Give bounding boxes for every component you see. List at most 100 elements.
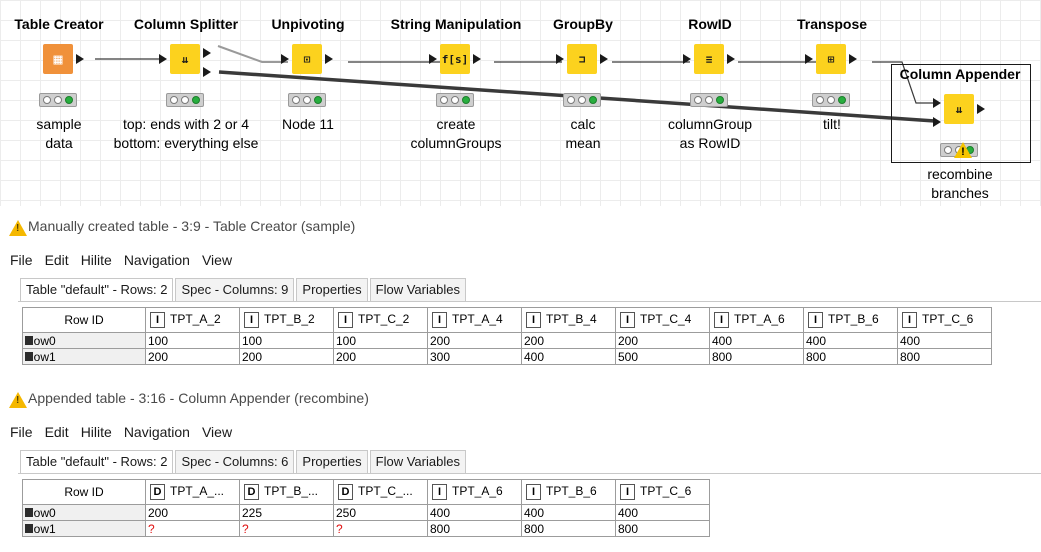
table-cell[interactable]: 500 — [615, 348, 710, 365]
output-port[interactable] — [600, 54, 608, 64]
table-cell[interactable]: 100 — [145, 332, 240, 349]
table-cell[interactable]: 400 — [615, 504, 710, 521]
missing-value-cell[interactable]: ? — [239, 520, 334, 537]
table-cell[interactable]: 800 — [709, 348, 804, 365]
tab-spec[interactable]: Spec - Columns: 6 — [175, 450, 295, 473]
menu-navigation[interactable]: Navigation — [124, 252, 190, 268]
node-label[interactable]: recombine branches — [870, 165, 1041, 203]
column-header[interactable]: I TPT_C_6 — [615, 479, 710, 505]
data-table[interactable]: Row ID I TPT_A_2 I TPT_B_2 I TPT_C_2 I TPT_A… — [22, 307, 992, 365]
input-port[interactable] — [556, 54, 564, 64]
menu-view[interactable]: View — [202, 424, 232, 440]
tab-properties[interactable]: Properties — [296, 278, 368, 301]
rowid-icon[interactable]: ≡ — [694, 44, 724, 74]
column-appender-icon[interactable]: ⇊ — [944, 94, 974, 124]
column-header[interactable]: I TPT_A_6 — [709, 307, 804, 333]
output-port[interactable] — [473, 54, 481, 64]
string-manipulation-icon[interactable]: f[s] — [440, 44, 470, 74]
tab-properties[interactable]: Properties — [296, 450, 368, 473]
column-header[interactable]: I TPT_A_6 — [427, 479, 522, 505]
input-port[interactable] — [683, 54, 691, 64]
column-header[interactable]: I TPT_A_4 — [427, 307, 522, 333]
table-row[interactable]: Row0 200 225 250 400 400 400 — [22, 504, 710, 521]
column-header[interactable]: I TPT_B_4 — [521, 307, 616, 333]
transpose-icon[interactable]: ⊞ — [816, 44, 846, 74]
tab-spec[interactable]: Spec - Columns: 9 — [175, 278, 295, 301]
table-cell[interactable]: 800 — [615, 520, 710, 537]
unpivoting-icon[interactable]: ⊡ — [292, 44, 322, 74]
groupby-icon[interactable]: ⊐ — [567, 44, 597, 74]
column-header-rowid[interactable]: Row ID — [22, 479, 146, 505]
table-cell[interactable]: 400 — [521, 504, 616, 521]
output-port[interactable] — [727, 54, 735, 64]
tab-flow-variables[interactable]: Flow Variables — [369, 450, 466, 473]
table-cell[interactable]: 100 — [239, 332, 334, 349]
table-creator-icon[interactable]: ▦ — [43, 44, 73, 74]
column-header[interactable]: I TPT_C_2 — [333, 307, 428, 333]
data-table[interactable]: Row ID D TPT_A_... D TPT_B_... D TPT_C_... … — [22, 479, 710, 537]
missing-value-cell[interactable]: ? — [145, 520, 240, 537]
menu-hilite[interactable]: Hilite — [81, 424, 112, 440]
table-cell[interactable]: 250 — [333, 504, 428, 521]
output-port-bottom[interactable] — [203, 67, 211, 77]
table-row[interactable]: Row1 200 200 200 300 400 500 800 800 800 — [22, 348, 992, 365]
output-port[interactable] — [977, 104, 985, 114]
table-cell[interactable]: 400 — [521, 348, 616, 365]
input-port-bottom[interactable] — [933, 117, 941, 127]
missing-value-cell[interactable]: ? — [333, 520, 428, 537]
table-cell[interactable]: 200 — [145, 348, 240, 365]
workflow-canvas[interactable]: Table Creator ▦ sample data Column Split… — [0, 0, 1041, 206]
row-id-cell[interactable]: Row0 — [22, 504, 146, 521]
column-header[interactable]: I TPT_B_6 — [803, 307, 898, 333]
input-port[interactable] — [159, 54, 167, 64]
column-header[interactable]: D TPT_C_... — [333, 479, 428, 505]
table-cell[interactable]: 800 — [897, 348, 992, 365]
input-port[interactable] — [281, 54, 289, 64]
table-cell[interactable]: 100 — [333, 332, 428, 349]
table-row[interactable]: Row1 ? ? ? 800 800 800 — [22, 520, 710, 537]
table-cell[interactable]: 200 — [145, 504, 240, 521]
column-header[interactable]: I TPT_C_6 — [897, 307, 992, 333]
column-header[interactable]: D TPT_B_... — [239, 479, 334, 505]
table-cell[interactable]: 225 — [239, 504, 334, 521]
table-cell[interactable]: 400 — [897, 332, 992, 349]
table-cell[interactable]: 800 — [521, 520, 616, 537]
table-cell[interactable]: 400 — [803, 332, 898, 349]
output-port[interactable] — [76, 54, 84, 64]
table-cell[interactable]: 200 — [615, 332, 710, 349]
column-header[interactable]: D TPT_A_... — [145, 479, 240, 505]
column-header[interactable]: I TPT_C_4 — [615, 307, 710, 333]
menu-hilite[interactable]: Hilite — [81, 252, 112, 268]
output-port-top[interactable] — [203, 48, 211, 58]
column-splitter-icon[interactable]: ⇊ — [170, 44, 200, 74]
tab-table-default[interactable]: Table "default" - Rows: 2 — [20, 450, 174, 473]
output-port[interactable] — [849, 54, 857, 64]
table-cell[interactable]: 200 — [239, 348, 334, 365]
row-id-cell[interactable]: Row1 — [22, 348, 146, 365]
column-header[interactable]: I TPT_B_6 — [521, 479, 616, 505]
input-port-top[interactable] — [933, 98, 941, 108]
menu-edit[interactable]: Edit — [45, 424, 69, 440]
column-header-rowid[interactable]: Row ID — [22, 307, 146, 333]
menu-edit[interactable]: Edit — [45, 252, 69, 268]
column-header[interactable]: I TPT_B_2 — [239, 307, 334, 333]
input-port[interactable] — [429, 54, 437, 64]
table-row[interactable]: Row0 100 100 100 200 200 200 400 400 400 — [22, 332, 992, 349]
menu-navigation[interactable]: Navigation — [124, 424, 190, 440]
table-cell[interactable]: 800 — [803, 348, 898, 365]
row-id-cell[interactable]: Row1 — [22, 520, 146, 537]
tab-flow-variables[interactable]: Flow Variables — [369, 278, 466, 301]
row-id-cell[interactable]: Row0 — [22, 332, 146, 349]
column-header[interactable]: I TPT_A_2 — [145, 307, 240, 333]
table-cell[interactable]: 400 — [709, 332, 804, 349]
table-cell[interactable]: 800 — [427, 520, 522, 537]
table-cell[interactable]: 400 — [427, 504, 522, 521]
menu-file[interactable]: File — [10, 424, 33, 440]
input-port[interactable] — [805, 54, 813, 64]
menu-file[interactable]: File — [10, 252, 33, 268]
output-port[interactable] — [325, 54, 333, 64]
tab-table-default[interactable]: Table "default" - Rows: 2 — [20, 278, 174, 301]
node-label[interactable]: tilt! — [742, 115, 922, 134]
table-cell[interactable]: 200 — [427, 332, 522, 349]
table-cell[interactable]: 200 — [333, 348, 428, 365]
